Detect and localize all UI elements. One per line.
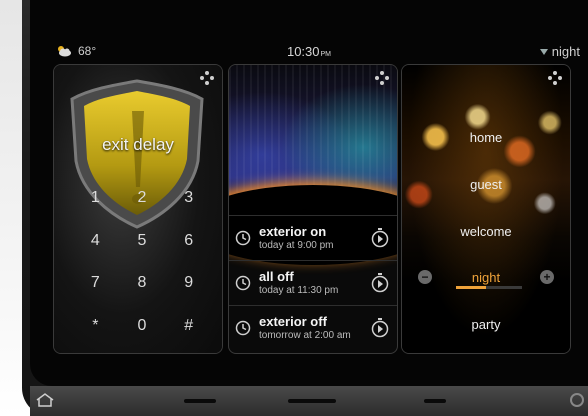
timer-icon[interactable] [371,318,389,338]
scene-home[interactable]: home [402,130,570,145]
mode-label: night [551,44,580,59]
schedule-item[interactable]: exterior off tomorrow at 2:00 am [229,305,397,351]
increase-button[interactable]: + [540,270,554,284]
key-1[interactable]: 1 [72,177,119,220]
home-icon[interactable] [35,392,55,408]
key-9[interactable]: 9 [165,262,212,305]
exit-delay-label: exit delay [102,135,174,154]
key-2[interactable]: 2 [119,177,166,220]
schedule-time: today at 9:00 pm [259,240,334,251]
bottom-bar [30,386,588,416]
scenes-background [402,65,570,353]
key-6[interactable]: 6 [165,220,212,263]
key-8[interactable]: 8 [119,262,166,305]
key-4[interactable]: 4 [72,220,119,263]
schedule-title: exterior off [259,314,327,329]
page-indicator[interactable] [424,399,446,403]
page-indicator[interactable] [184,399,216,403]
dropdown-arrow-icon [539,48,548,55]
scene-level-fill [456,286,486,289]
scene-welcome[interactable]: welcome [402,224,570,239]
schedule-item[interactable]: exterior on today at 9:00 pm [229,215,397,261]
mode-selector[interactable]: night [539,44,580,59]
schedule-background [229,65,397,265]
scene-party[interactable]: party [402,317,570,332]
time: 10:30 [286,44,320,59]
ampm: PM [320,51,332,58]
decrease-button[interactable]: − [418,270,432,284]
key-3[interactable]: 3 [165,177,212,220]
clock-icon [235,275,251,291]
timer-icon[interactable] [371,228,389,248]
settings-icon[interactable] [570,393,584,407]
schedule-item[interactable]: all off today at 11:30 pm [229,260,397,306]
key-hash[interactable]: # [165,305,212,348]
security-panel: exit delay 1 2 3 4 5 6 7 8 9 * 0 # [53,64,223,354]
clock-icon [235,320,251,336]
keypad: 1 2 3 4 5 6 7 8 9 * 0 # [72,177,212,347]
panel-menu-icon[interactable] [548,71,562,85]
clock: 10:30PM [30,44,588,59]
panel-menu-icon[interactable] [200,71,214,85]
clock-icon [235,230,251,246]
schedule-title: exterior on [259,224,327,239]
scene-guest[interactable]: guest [402,177,570,192]
key-0[interactable]: 0 [119,305,166,348]
scene-level-bar[interactable] [456,286,522,289]
key-7[interactable]: 7 [72,262,119,305]
panel-menu-icon[interactable] [375,71,389,85]
key-star[interactable]: * [72,305,119,348]
key-5[interactable]: 5 [119,220,166,263]
page-indicator-active[interactable] [288,399,336,403]
schedule-time: today at 11:30 pm [259,285,339,296]
schedule-panel: exterior on today at 9:00 pm all off tod… [228,64,398,354]
timer-icon[interactable] [371,273,389,293]
status-bar: 68° 10:30PM night [30,44,588,62]
schedule-title: all off [259,269,294,284]
scenes-panel: home guest welcome night − + party [401,64,571,354]
schedule-time: tomorrow at 2:00 am [259,330,351,341]
